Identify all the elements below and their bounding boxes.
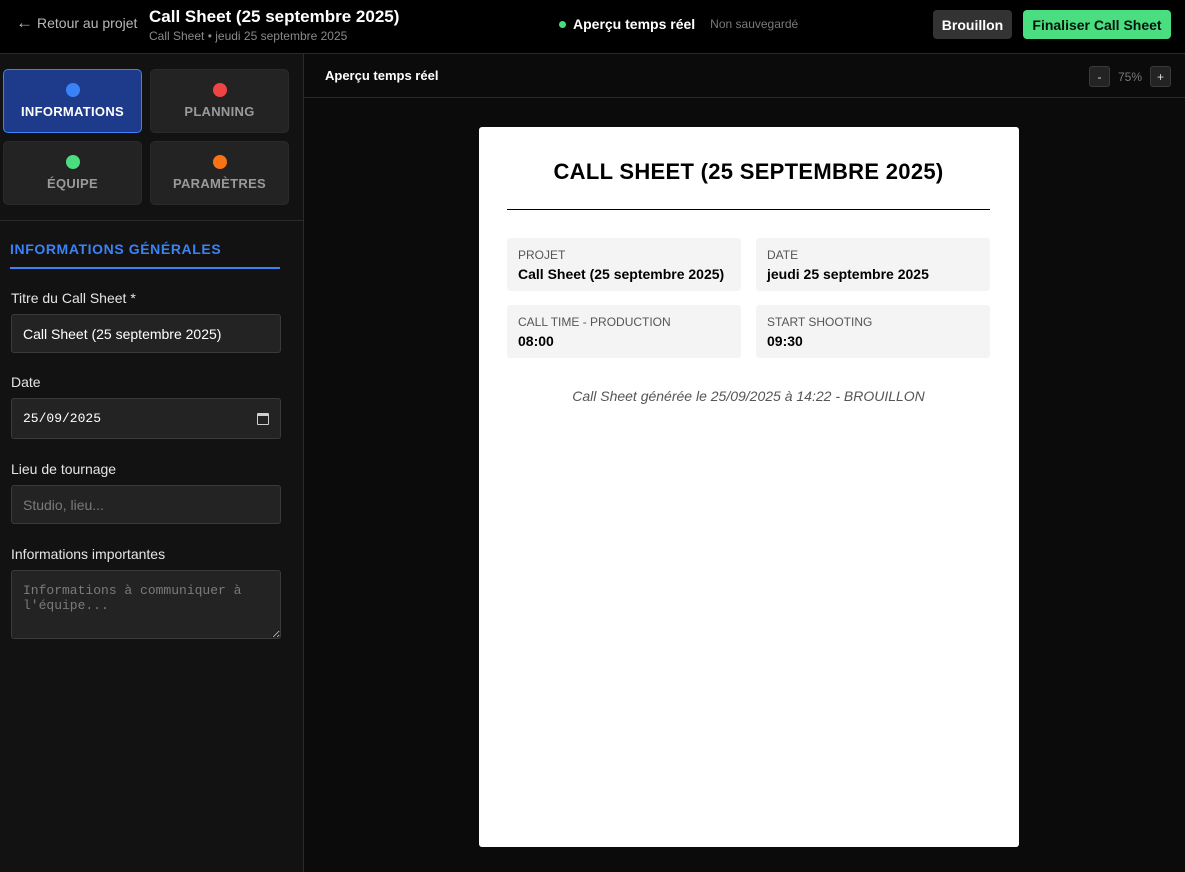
info-card-call-time: CALL TIME - PRODUCTION 08:00 [507, 305, 741, 358]
top-bar: ← Retour au projet Call Sheet (25 septem… [0, 0, 1185, 54]
red-dot-icon [212, 83, 227, 97]
tab-parametres[interactable]: PARAMÈTRES [150, 141, 289, 205]
live-status: Aperçu temps réel Non sauvegardé [559, 16, 798, 32]
green-dot-icon [65, 155, 80, 169]
card-label: START SHOOTING [767, 315, 873, 329]
card-label: PROJET [518, 248, 566, 262]
tab-equipe[interactable]: ÉQUIPE [3, 141, 142, 205]
date-input[interactable]: 25/09/2025 [11, 398, 281, 439]
preview-header: Aperçu temps réel - 75% + [304, 54, 1185, 98]
blue-dot-icon [65, 83, 80, 97]
title-field-group: Titre du Call Sheet * [11, 290, 281, 353]
zoom-in-button[interactable]: + [1150, 66, 1171, 87]
tab-label: PARAMÈTRES [172, 176, 267, 191]
draft-button[interactable]: Brouillon [933, 10, 1012, 39]
notes-field-group: Informations importantes [11, 546, 281, 644]
date-value: 25/09/2025 [23, 411, 102, 426]
card-value: jeudi 25 septembre 2025 [767, 266, 929, 282]
info-card-date: DATE jeudi 25 septembre 2025 [756, 238, 990, 291]
tab-planning[interactable]: PLANNING [150, 69, 289, 133]
save-state-label: Non sauvegardé [710, 17, 799, 31]
zoom-level: 75% [1117, 69, 1142, 84]
live-preview-label: Aperçu temps réel [573, 16, 696, 32]
card-value: 09:30 [767, 333, 803, 349]
tab-label: INFORMATIONS [20, 104, 125, 119]
section-title: INFORMATIONS GÉNÉRALES [10, 241, 280, 269]
finalize-button[interactable]: Finaliser Call Sheet [1023, 10, 1171, 39]
info-cards: PROJET Call Sheet (25 septembre 2025) DA… [507, 238, 990, 358]
tab-label: ÉQUIPE [47, 176, 98, 191]
orange-dot-icon [212, 155, 227, 169]
tab-label: PLANNING [184, 104, 255, 119]
location-field-label: Lieu de tournage [11, 461, 117, 477]
preview-pane: Aperçu temps réel - 75% + CALL SHEET (25… [304, 54, 1185, 872]
sheet-footer: Call Sheet générée le 25/09/2025 à 14:22… [572, 388, 925, 404]
arrow-left-icon: ← [16, 13, 33, 32]
divider [507, 209, 990, 210]
location-field-group: Lieu de tournage [11, 461, 281, 524]
date-field-label: Date [11, 374, 41, 390]
title-input[interactable] [11, 314, 281, 353]
zoom-out-button[interactable]: - [1088, 66, 1110, 87]
call-sheet-document: CALL SHEET (25 SEPTEMBRE 2025) PROJET Ca… [479, 127, 1019, 847]
location-input[interactable] [11, 485, 281, 524]
page-title: Call Sheet (25 septembre 2025) [149, 7, 400, 26]
page-subtitle: Call Sheet • jeudi 25 septembre 2025 [149, 29, 348, 43]
section-tabs: INFORMATIONS PLANNING ÉQUIPE PARAMÈTRES [0, 54, 303, 221]
back-link-label: Retour au projet [37, 15, 138, 31]
info-card-projet: PROJET Call Sheet (25 septembre 2025) [507, 238, 741, 291]
info-card-start-shooting: START SHOOTING 09:30 [756, 305, 990, 358]
title-field-label: Titre du Call Sheet * [11, 290, 136, 306]
tab-informations[interactable]: INFORMATIONS [3, 69, 142, 133]
calendar-icon[interactable] [257, 412, 269, 425]
back-to-project-link[interactable]: ← Retour au projet [16, 13, 138, 32]
status-dot-icon [559, 20, 566, 28]
zoom-controls: - 75% + [1088, 66, 1171, 87]
card-label: DATE [767, 248, 799, 262]
card-value: Call Sheet (25 septembre 2025) [518, 266, 725, 282]
notes-textarea[interactable] [11, 570, 281, 639]
sheet-title: CALL SHEET (25 SEPTEMBRE 2025) [553, 159, 944, 184]
notes-field-label: Informations importantes [11, 546, 166, 562]
card-value: 08:00 [518, 333, 554, 349]
date-field-group: Date 25/09/2025 [11, 374, 281, 439]
card-label: CALL TIME - PRODUCTION [518, 315, 671, 329]
sidebar: INFORMATIONS PLANNING ÉQUIPE PARAMÈTRES … [0, 54, 304, 872]
preview-title: Aperçu temps réel [325, 68, 439, 83]
title-block: Call Sheet (25 septembre 2025) Call Shee… [149, 7, 399, 43]
